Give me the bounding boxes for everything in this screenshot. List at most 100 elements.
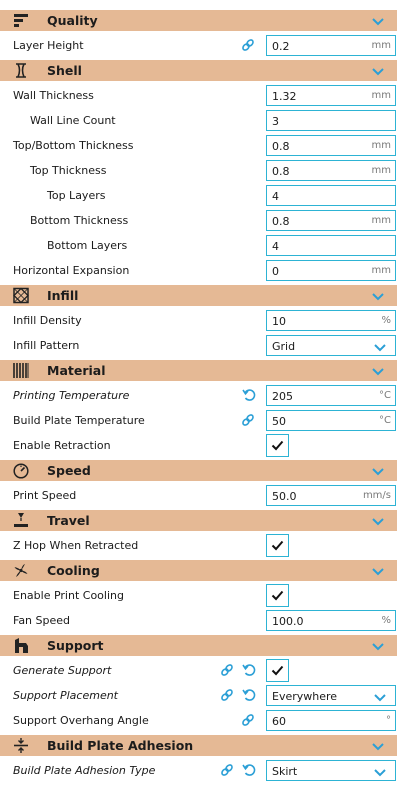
checkmark-icon xyxy=(271,590,284,601)
reset-icon[interactable] xyxy=(242,688,256,702)
chevron-down-icon[interactable] xyxy=(372,465,384,477)
printing-temperature-input[interactable]: 205 °C xyxy=(266,385,396,406)
setting-label: Top Thickness xyxy=(30,164,107,177)
setting-build-plate-temperature: Build Plate Temperature 50 °C xyxy=(0,408,400,433)
top-bottom-thickness-input[interactable]: 0.8 mm xyxy=(266,135,396,156)
link-icon[interactable] xyxy=(220,688,234,702)
chevron-down-icon[interactable] xyxy=(372,365,384,377)
chevron-down-icon[interactable] xyxy=(372,290,384,302)
link-icon[interactable] xyxy=(220,763,234,777)
build-plate-adhesion-icon xyxy=(14,738,28,753)
support-overhang-angle-input[interactable]: 60 ° xyxy=(266,710,396,731)
setting-adhesion-type: Build Plate Adhesion Type Skirt xyxy=(0,758,400,783)
category-quality[interactable]: Quality xyxy=(0,10,397,31)
build-plate-temperature-input[interactable]: 50 °C xyxy=(266,410,396,431)
infill-pattern-dropdown[interactable]: Grid xyxy=(266,335,396,356)
z-hop-checkbox[interactable] xyxy=(266,534,289,557)
link-icon[interactable] xyxy=(241,413,255,427)
setting-label: Build Plate Temperature xyxy=(13,414,145,427)
setting-infill-density: Infill Density 10% xyxy=(0,308,400,333)
setting-label: Z Hop When Retracted xyxy=(13,539,139,552)
setting-label: Enable Print Cooling xyxy=(13,589,124,602)
category-shell[interactable]: Shell xyxy=(0,60,397,81)
infill-density-input[interactable]: 10% xyxy=(266,310,396,331)
top-thickness-input[interactable]: 0.8 mm xyxy=(266,160,396,181)
wall-thickness-input[interactable]: 1.32 mm xyxy=(266,85,396,106)
category-build-plate-adhesion[interactable]: Build Plate Adhesion xyxy=(0,735,397,756)
setting-enable-retraction: Enable Retraction xyxy=(0,433,400,458)
setting-label: Wall Thickness xyxy=(13,89,94,102)
shell-icon xyxy=(16,63,26,78)
category-title: Speed xyxy=(47,463,91,478)
setting-label: Support Placement xyxy=(13,689,118,702)
setting-infill-pattern: Infill Pattern Grid xyxy=(0,333,400,358)
category-title: Infill xyxy=(47,288,79,303)
category-title: Cooling xyxy=(47,563,100,578)
quality-icon xyxy=(14,14,28,27)
adhesion-type-dropdown[interactable]: Skirt xyxy=(266,760,396,781)
setting-label: Wall Line Count xyxy=(30,114,116,127)
generate-support-checkbox[interactable] xyxy=(266,659,289,682)
top-layers-input[interactable]: 4 xyxy=(266,185,396,206)
category-title: Travel xyxy=(47,513,90,528)
category-title: Shell xyxy=(47,63,82,78)
link-icon[interactable] xyxy=(241,713,255,727)
setting-layer-height: Layer Height 0.2 mm xyxy=(0,33,400,58)
category-support[interactable]: Support xyxy=(0,635,397,656)
horizontal-expansion-input[interactable]: 0 mm xyxy=(266,260,396,281)
fan-speed-input[interactable]: 100.0% xyxy=(266,610,396,631)
setting-z-hop: Z Hop When Retracted xyxy=(0,533,400,558)
chevron-down-icon[interactable] xyxy=(372,640,384,652)
setting-label: Layer Height xyxy=(13,39,84,52)
setting-wall-line-count: Wall Line Count 3 xyxy=(0,108,400,133)
checkmark-icon xyxy=(271,440,284,451)
scrollbar-track[interactable] xyxy=(400,0,417,785)
reset-icon[interactable] xyxy=(242,388,256,402)
setting-bottom-thickness: Bottom Thickness 0.8 mm xyxy=(0,208,400,233)
setting-label: Build Plate Adhesion Type xyxy=(13,764,156,777)
bottom-thickness-input[interactable]: 0.8 mm xyxy=(266,210,396,231)
print-settings-panel: Quality Layer Height 0.2 mm Shell Wall Th… xyxy=(0,0,417,785)
print-speed-input[interactable]: 50.0 mm/s xyxy=(266,485,396,506)
chevron-down-icon[interactable] xyxy=(372,15,384,27)
setting-bottom-layers: Bottom Layers 4 xyxy=(0,233,400,258)
travel-icon xyxy=(14,513,28,527)
chevron-down-icon[interactable] xyxy=(372,740,384,752)
reset-icon[interactable] xyxy=(242,663,256,677)
enable-retraction-checkbox[interactable] xyxy=(266,434,289,457)
setting-generate-support: Generate Support xyxy=(0,658,400,683)
enable-print-cooling-checkbox[interactable] xyxy=(266,584,289,607)
checkmark-icon xyxy=(271,665,284,676)
layer-height-input[interactable]: 0.2 mm xyxy=(266,35,396,56)
chevron-down-icon[interactable] xyxy=(372,565,384,577)
setting-label: Bottom Thickness xyxy=(30,214,129,227)
chevron-down-icon[interactable] xyxy=(372,515,384,527)
wall-line-count-input[interactable]: 3 xyxy=(266,110,396,131)
setting-label: Top Layers xyxy=(47,189,106,202)
category-speed[interactable]: Speed xyxy=(0,460,397,481)
category-infill[interactable]: Infill xyxy=(0,285,397,306)
setting-label: Horizontal Expansion xyxy=(13,264,130,277)
chevron-down-icon[interactable] xyxy=(372,65,384,77)
infill-icon xyxy=(13,287,29,304)
link-icon[interactable] xyxy=(241,38,255,52)
category-material[interactable]: Material xyxy=(0,360,397,381)
category-title: Quality xyxy=(47,13,98,28)
setting-label: Generate Support xyxy=(13,664,112,677)
setting-support-overhang-angle: Support Overhang Angle 60 ° xyxy=(0,708,400,733)
category-title: Build Plate Adhesion xyxy=(47,738,194,753)
chevron-down-icon xyxy=(374,769,386,777)
setting-label: Print Speed xyxy=(13,489,77,502)
reset-icon[interactable] xyxy=(242,763,256,777)
material-icon xyxy=(13,363,29,378)
category-travel[interactable]: Travel xyxy=(0,510,397,531)
support-placement-dropdown[interactable]: Everywhere xyxy=(266,685,396,706)
bottom-layers-input[interactable]: 4 xyxy=(266,235,396,256)
setting-label: Infill Density xyxy=(13,314,82,327)
cooling-icon xyxy=(14,564,28,577)
setting-label: Fan Speed xyxy=(13,614,71,627)
checkmark-icon xyxy=(271,540,284,551)
setting-enable-print-cooling: Enable Print Cooling xyxy=(0,583,400,608)
category-cooling[interactable]: Cooling xyxy=(0,560,397,581)
link-icon[interactable] xyxy=(220,663,234,677)
